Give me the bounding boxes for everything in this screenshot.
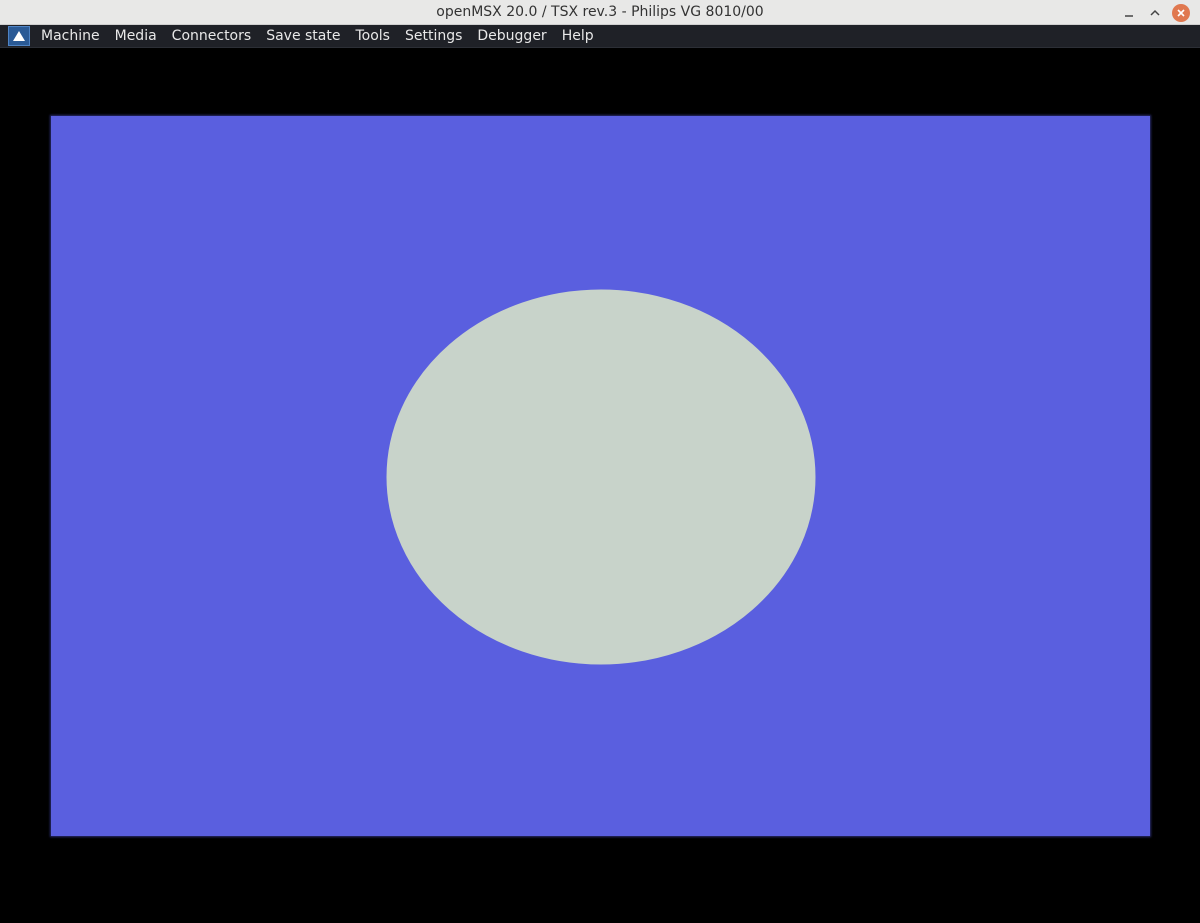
emulator-window: openMSX 20.0 / TSX rev.3 - Philips VG 80… [0,0,1200,923]
menu-connectors[interactable]: Connectors [164,25,259,48]
menu-save-state[interactable]: Save state [258,25,347,48]
menu-machine[interactable]: Machine [33,25,107,48]
maximize-icon[interactable] [1146,4,1164,22]
menu-tools[interactable]: Tools [347,25,397,48]
drawn-ellipse [386,289,816,665]
title-bar[interactable]: openMSX 20.0 / TSX rev.3 - Philips VG 80… [0,0,1200,25]
menu-help[interactable]: Help [554,25,601,48]
window-title: openMSX 20.0 / TSX rev.3 - Philips VG 80… [436,4,764,20]
minimize-icon[interactable] [1120,4,1138,22]
menu-debugger[interactable]: Debugger [469,25,553,48]
emulator-display-border[interactable] [0,48,1200,923]
window-controls [1120,3,1190,22]
msx-screen[interactable] [51,116,1150,836]
menu-settings[interactable]: Settings [397,25,469,48]
screen-graphics [386,289,816,665]
menu-media[interactable]: Media [107,25,164,48]
close-icon[interactable] [1172,3,1190,22]
menu-bar: Machine Media Connectors Save state Tool… [0,25,1200,48]
openmsx-logo-icon[interactable] [8,26,30,46]
